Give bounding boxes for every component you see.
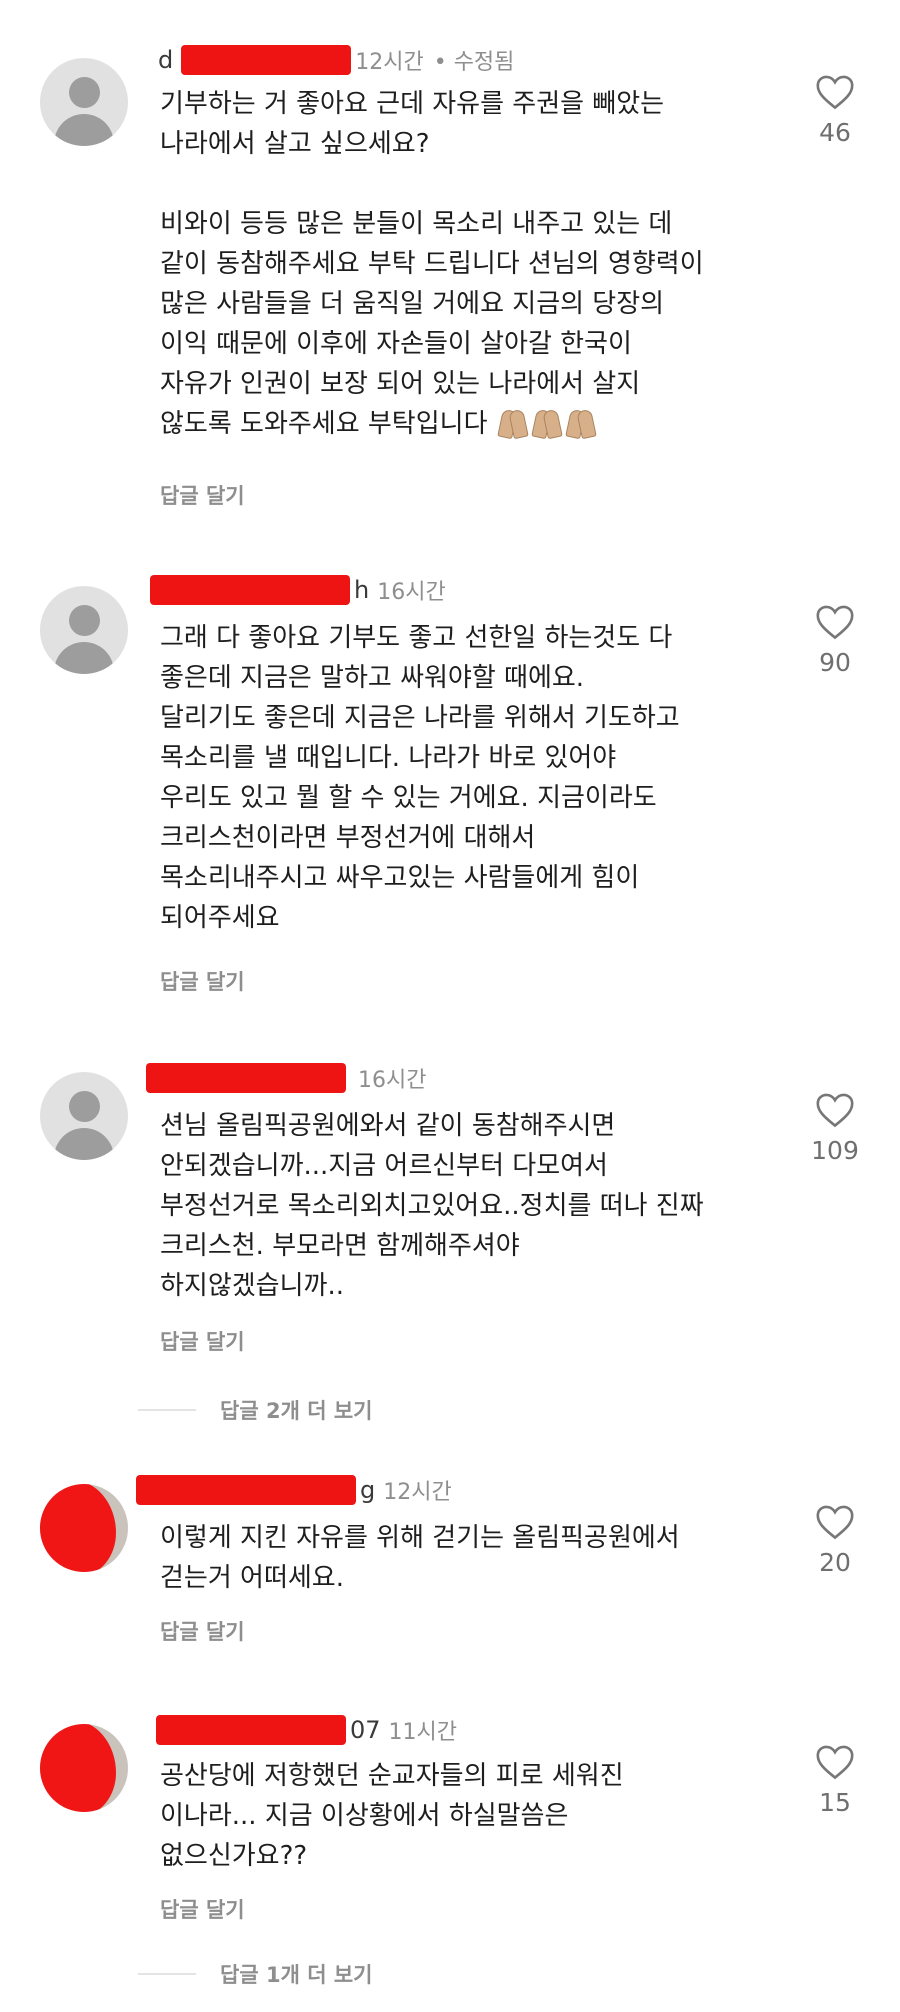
comment-line: 없으신가요?? bbox=[160, 1841, 308, 1871]
like-button[interactable]: 15 bbox=[800, 1744, 870, 1817]
username-redaction bbox=[181, 45, 352, 75]
avatar[interactable] bbox=[40, 1724, 128, 1812]
reply-button[interactable]: 답글 달기 bbox=[160, 480, 245, 510]
comment-meta: 07 11시간 bbox=[156, 1712, 457, 1748]
comment-line: 부정선거로 목소리외치고있어요..정치를 떠나 진짜 bbox=[160, 1191, 704, 1221]
comment-line: 많은 사람들을 더 움직일 거에요 지금의 당장의 bbox=[160, 289, 665, 319]
avatar[interactable] bbox=[40, 1072, 128, 1160]
avatar-head bbox=[69, 605, 100, 636]
avatar-body bbox=[54, 1128, 114, 1160]
comment-line: 나라에서 살고 싶으세요? bbox=[160, 129, 430, 159]
comment-text: 공산당에 저항했던 순교자들의 피로 세워진 이나라... 지금 이상황에서 하… bbox=[160, 1756, 760, 1876]
view-more-replies-label: 답글 2개 더 보기 bbox=[220, 1399, 373, 1423]
comment-line: 이익 때문에 이후에 자손들이 살아갈 한국이 bbox=[160, 329, 632, 359]
comment-meta: d 12시간 • 수정됨 bbox=[158, 42, 514, 78]
comment-line: 공산당에 저항했던 순교자들의 피로 세워진 bbox=[160, 1761, 624, 1791]
comment-line: 이나라... 지금 이상황에서 하실말씀은 bbox=[160, 1801, 569, 1831]
comment-meta: 16시간 bbox=[146, 1060, 426, 1096]
comment-line: 하지않겠습니까.. bbox=[160, 1271, 344, 1301]
comment-line: 달리기도 좋은데 지금은 나라를 위해서 기도하고 bbox=[160, 703, 680, 733]
timestamp: 12시간 bbox=[355, 50, 424, 75]
avatar-redaction bbox=[40, 1724, 116, 1812]
timestamp: 11시간 bbox=[388, 1720, 458, 1745]
comment-meta: g 12시간 bbox=[136, 1472, 452, 1508]
comment-line: 그래 다 좋아요 기부도 좋고 선한일 하는것도 다 bbox=[160, 623, 673, 653]
comment-text: 이렇게 지킨 자유를 위해 걷기는 올림픽공원에서 걷는거 어떠세요. bbox=[160, 1518, 760, 1598]
edited-label: • 수정됨 bbox=[433, 50, 515, 75]
like-count: 109 bbox=[811, 1136, 859, 1165]
view-more-replies-button[interactable]: 답글 2개 더 보기 bbox=[138, 1392, 372, 1428]
comment-line: 목소리내주시고 싸우고있는 사람들에게 힘이 bbox=[160, 863, 640, 893]
avatar-body bbox=[54, 642, 114, 674]
avatar[interactable] bbox=[40, 1484, 128, 1572]
username-redaction bbox=[156, 1715, 346, 1745]
comment-text: 그래 다 좋아요 기부도 좋고 선한일 하는것도 다 좋은데 지금은 말하고 싸… bbox=[160, 618, 760, 938]
like-button[interactable]: 109 bbox=[800, 1092, 870, 1165]
like-count: 15 bbox=[819, 1788, 851, 1817]
comment-line: 좋은데 지금은 말하고 싸워야할 때에요. bbox=[160, 663, 585, 693]
username-redaction bbox=[146, 1063, 346, 1093]
comment-line: 크리스천. 부모라면 함께해주셔야 bbox=[160, 1231, 520, 1261]
comment-line: 자유가 인권이 보장 되어 있는 나라에서 살지 bbox=[160, 369, 641, 399]
avatar[interactable] bbox=[40, 58, 128, 146]
divider-line bbox=[138, 1409, 196, 1411]
like-button[interactable]: 46 bbox=[800, 74, 870, 147]
like-button[interactable]: 90 bbox=[800, 604, 870, 677]
comment-text: 기부하는 거 좋아요 근데 자유를 주권을 빼았는 나라에서 살고 싶으세요? … bbox=[160, 84, 760, 444]
heart-icon bbox=[816, 1093, 854, 1128]
like-count: 20 bbox=[819, 1548, 851, 1577]
timestamp: 16시간 bbox=[358, 1068, 427, 1093]
like-count: 46 bbox=[819, 118, 851, 147]
username[interactable]: d bbox=[158, 46, 173, 74]
heart-icon bbox=[816, 605, 854, 640]
comment-line: 되어주세요 bbox=[160, 903, 280, 933]
comment-line: 크리스천이라면 부정선거에 대해서 bbox=[160, 823, 536, 853]
username[interactable]: 07 bbox=[350, 1716, 381, 1744]
view-more-replies-label: 답글 1개 더 보기 bbox=[220, 1963, 373, 1987]
view-more-replies-button[interactable]: 답글 1개 더 보기 bbox=[138, 1956, 372, 1992]
comment-line: 목소리를 낼 때입니다. 나라가 바로 있어야 bbox=[160, 743, 617, 773]
avatar-head bbox=[69, 77, 100, 108]
comment-line: 우리도 있고 뭘 할 수 있는 거에요. 지금이라도 bbox=[160, 783, 657, 813]
comment-line: 이렇게 지킨 자유를 위해 걷기는 올림픽공원에서 bbox=[160, 1523, 680, 1553]
like-button[interactable]: 20 bbox=[800, 1504, 870, 1577]
avatar[interactable] bbox=[40, 586, 128, 674]
reply-button[interactable]: 답글 달기 bbox=[160, 1326, 245, 1356]
pray-emoji bbox=[496, 409, 598, 439]
avatar-redaction bbox=[40, 1484, 116, 1572]
heart-icon bbox=[816, 1745, 854, 1780]
username-redaction bbox=[150, 575, 350, 605]
username[interactable]: g bbox=[360, 1476, 375, 1504]
comment-line: 않도록 도와주세요 부탁입니다 bbox=[160, 409, 488, 439]
comment-text: 션님 올림픽공원에와서 같이 동참해주시면 안되겠습니까...지금 어르신부터 … bbox=[160, 1106, 760, 1306]
comment-meta: h 16시간 bbox=[150, 572, 446, 608]
timestamp: 16시간 bbox=[377, 580, 446, 605]
comment-line: 안되겠습니까...지금 어르신부터 다모여서 bbox=[160, 1151, 608, 1181]
avatar-body bbox=[54, 114, 114, 146]
comment-line: 션님 올림픽공원에와서 같이 동참해주시면 bbox=[160, 1111, 616, 1141]
avatar-head bbox=[69, 1091, 100, 1122]
comment-line: 같이 동참해주세요 부탁 드립니다 션님의 영향력이 bbox=[160, 249, 704, 279]
username[interactable]: h bbox=[354, 576, 369, 604]
username-redaction bbox=[136, 1475, 356, 1505]
like-count: 90 bbox=[819, 648, 851, 677]
reply-button[interactable]: 답글 달기 bbox=[160, 966, 245, 996]
heart-icon bbox=[816, 75, 854, 110]
divider-line bbox=[138, 1973, 196, 1975]
timestamp: 12시간 bbox=[383, 1480, 452, 1505]
reply-button[interactable]: 답글 달기 bbox=[160, 1894, 245, 1924]
reply-button[interactable]: 답글 달기 bbox=[160, 1616, 245, 1646]
heart-icon bbox=[816, 1505, 854, 1540]
comment-line: 비와이 등등 많은 분들이 목소리 내주고 있는 데 bbox=[160, 209, 673, 239]
comment-line: 걷는거 어떠세요. bbox=[160, 1563, 344, 1593]
comment-line: 기부하는 거 좋아요 근데 자유를 주권을 빼았는 bbox=[160, 89, 665, 119]
